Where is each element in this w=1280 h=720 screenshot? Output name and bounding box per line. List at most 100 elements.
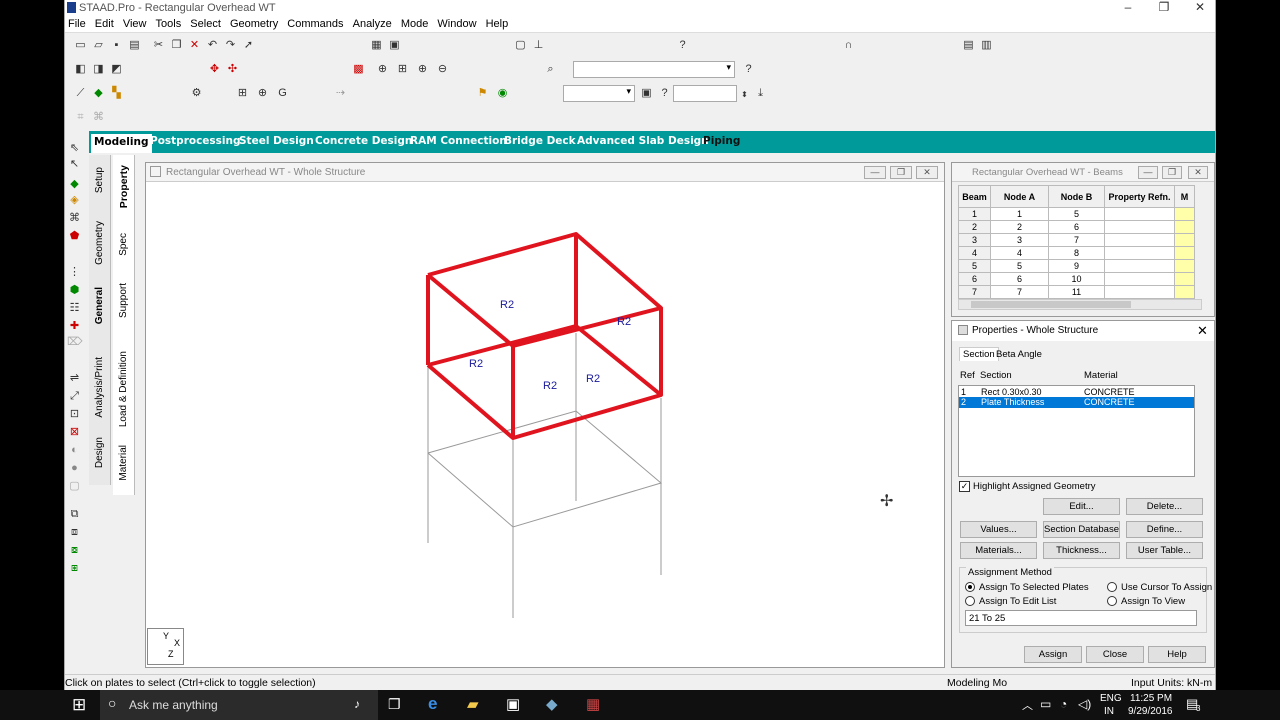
- menu-select[interactable]: Select: [187, 16, 224, 30]
- materials-button[interactable]: Materials...: [960, 542, 1037, 559]
- select-hidden-icon[interactable]: ◐: [67, 443, 82, 458]
- tab-setup[interactable]: Setup: [94, 167, 105, 193]
- close-button[interactable]: Close: [1086, 646, 1144, 663]
- translational-repeat-icon[interactable]: ⊕: [255, 86, 270, 101]
- close-window-button[interactable]: ✕: [1182, 0, 1215, 16]
- window-cascade-icon[interactable]: ▥: [979, 38, 994, 53]
- cursor-select-icon[interactable]: ∩: [841, 38, 856, 53]
- use-cursor-radio[interactable]: [1107, 582, 1117, 592]
- tab-support[interactable]: Support: [118, 283, 129, 318]
- select-beam-icon[interactable]: ↖: [67, 157, 82, 172]
- load-icon[interactable]: ⚑: [475, 86, 490, 101]
- tab-beta-angle[interactable]: Beta Angle: [996, 349, 1042, 360]
- col-node-a[interactable]: Node A: [990, 185, 1049, 208]
- step-input[interactable]: [673, 85, 737, 102]
- view-select-dropdown[interactable]: ▾: [573, 61, 735, 78]
- table-row[interactable]: 226: [958, 220, 1195, 234]
- table-row[interactable]: 337: [958, 233, 1195, 247]
- select-beam-group-icon[interactable]: ⇌: [67, 371, 82, 386]
- edit-list-radio[interactable]: [965, 596, 975, 606]
- node-icon[interactable]: ⊥: [531, 38, 546, 53]
- select-plate-icon[interactable]: ◆: [67, 177, 82, 192]
- thickness-button[interactable]: Thickness...: [1043, 542, 1120, 559]
- select-by-list-icon[interactable]: ☷: [67, 301, 82, 316]
- store-icon[interactable]: ▣: [506, 695, 520, 713]
- language-code[interactable]: ENG: [1100, 693, 1122, 704]
- stretch-icon[interactable]: ⇢: [333, 86, 348, 101]
- plate-cursor-icon[interactable]: ◆: [91, 86, 106, 101]
- tab-piping[interactable]: Piping: [703, 135, 740, 147]
- redo-icon[interactable]: ↷: [223, 38, 238, 53]
- tab-steel-design[interactable]: Steel Design: [239, 135, 314, 147]
- edit-list-input[interactable]: 21 To 25: [965, 610, 1197, 626]
- tab-material[interactable]: Material: [118, 445, 129, 481]
- select-tool-c-icon[interactable]: ⧇: [67, 543, 82, 558]
- select-solid-icon[interactable]: ◈: [67, 193, 82, 208]
- delete-button[interactable]: Delete...: [1126, 498, 1203, 515]
- beams-close-button[interactable]: ✕: [1188, 166, 1208, 179]
- viewport-minimize-button[interactable]: —: [864, 166, 886, 179]
- col-property-refn[interactable]: Property Refn.: [1104, 185, 1175, 208]
- tab-section[interactable]: Section: [959, 347, 999, 361]
- beams-horizontal-scrollbar[interactable]: [958, 299, 1202, 310]
- clock-time[interactable]: 11:25 PM: [1130, 693, 1172, 704]
- circular-repeat-icon[interactable]: G: [275, 86, 290, 101]
- scroll-thumb[interactable]: [971, 301, 1131, 308]
- tab-advanced-slab-design[interactable]: Advanced Slab Design: [577, 135, 709, 147]
- gear-icon[interactable]: ⚙: [189, 86, 204, 101]
- staad-taskbar-icon[interactable]: ▦: [586, 695, 600, 713]
- file-explorer-icon[interactable]: ▰: [467, 695, 479, 713]
- beam-icon[interactable]: ⟋: [73, 86, 88, 101]
- plate-icon[interactable]: ▢: [513, 38, 528, 53]
- grid-icon[interactable]: ⊞: [235, 86, 250, 101]
- select-geometry-icon[interactable]: ⬟: [67, 229, 82, 244]
- new-file-icon[interactable]: ▭: [73, 38, 88, 53]
- solid-cursor-icon[interactable]: ▚: [109, 86, 124, 101]
- menu-geometry[interactable]: Geometry: [227, 16, 281, 30]
- select-tool-a-icon[interactable]: ⧉: [67, 507, 82, 522]
- col-node-b[interactable]: Node B: [1048, 185, 1105, 208]
- select-missing-icon[interactable]: ⌦: [67, 335, 83, 350]
- zoom-out-icon[interactable]: ⊖: [435, 62, 450, 77]
- tab-postprocessing[interactable]: Postprocessing: [150, 135, 241, 147]
- open-file-icon[interactable]: ▱: [91, 38, 106, 53]
- select-tool-b-icon[interactable]: ⧈: [67, 525, 82, 540]
- print-icon[interactable]: ▤: [127, 38, 142, 53]
- pointer-icon[interactable]: ➚: [241, 38, 256, 53]
- col-m[interactable]: M: [1174, 185, 1195, 208]
- table-row[interactable]: 7 7 11: [958, 285, 1195, 299]
- highlight-checkbox[interactable]: ✓: [959, 481, 970, 492]
- menu-file[interactable]: File: [65, 16, 89, 30]
- tray-chevron-icon[interactable]: ︿: [1022, 697, 1033, 713]
- structure-drawing[interactable]: R2 R2 R2 R2 R2: [146, 183, 944, 668]
- minimize-button[interactable]: –: [1110, 0, 1146, 16]
- menu-help[interactable]: Help: [483, 16, 512, 30]
- user-table-button[interactable]: User Table...: [1126, 542, 1203, 559]
- select-loaded-icon[interactable]: ⊠: [67, 425, 82, 440]
- zoom-icon[interactable]: ⊕: [375, 62, 390, 77]
- support-icon[interactable]: ◉: [495, 86, 510, 101]
- structure-viewport[interactable]: Rectangular Overhead WT - Whole Structur…: [145, 162, 945, 668]
- plate-edges[interactable]: [426, 232, 663, 440]
- view-3d-icon[interactable]: ◧: [73, 62, 88, 77]
- select-tool-d-icon[interactable]: ⧆: [67, 561, 82, 576]
- window-tile-icon[interactable]: ▤: [961, 38, 976, 53]
- tab-geometry[interactable]: Geometry: [94, 221, 105, 265]
- table-row[interactable]: 559: [958, 259, 1195, 273]
- print-preview-icon[interactable]: ▦: [369, 38, 384, 53]
- layer-icon[interactable]: ⌗: [73, 110, 88, 125]
- menu-tools[interactable]: Tools: [153, 16, 185, 30]
- select-plus-icon[interactable]: ✚: [67, 319, 82, 334]
- spinner-icon[interactable]: ⬍: [737, 87, 752, 102]
- undo-icon[interactable]: ↶: [205, 38, 220, 53]
- magnify-icon[interactable]: ⌕: [543, 62, 558, 77]
- select-clear-icon[interactable]: ▢: [67, 479, 82, 494]
- label-icon[interactable]: ▣: [639, 86, 654, 101]
- menu-view[interactable]: View: [120, 16, 150, 30]
- menu-commands[interactable]: Commands: [284, 16, 346, 30]
- help-button[interactable]: Help: [1148, 646, 1206, 663]
- tab-general[interactable]: General: [94, 287, 105, 324]
- layer-filter-icon[interactable]: ⌘: [91, 110, 106, 125]
- tab-property[interactable]: Property: [118, 165, 130, 208]
- assign-selected-radio[interactable]: [965, 582, 975, 592]
